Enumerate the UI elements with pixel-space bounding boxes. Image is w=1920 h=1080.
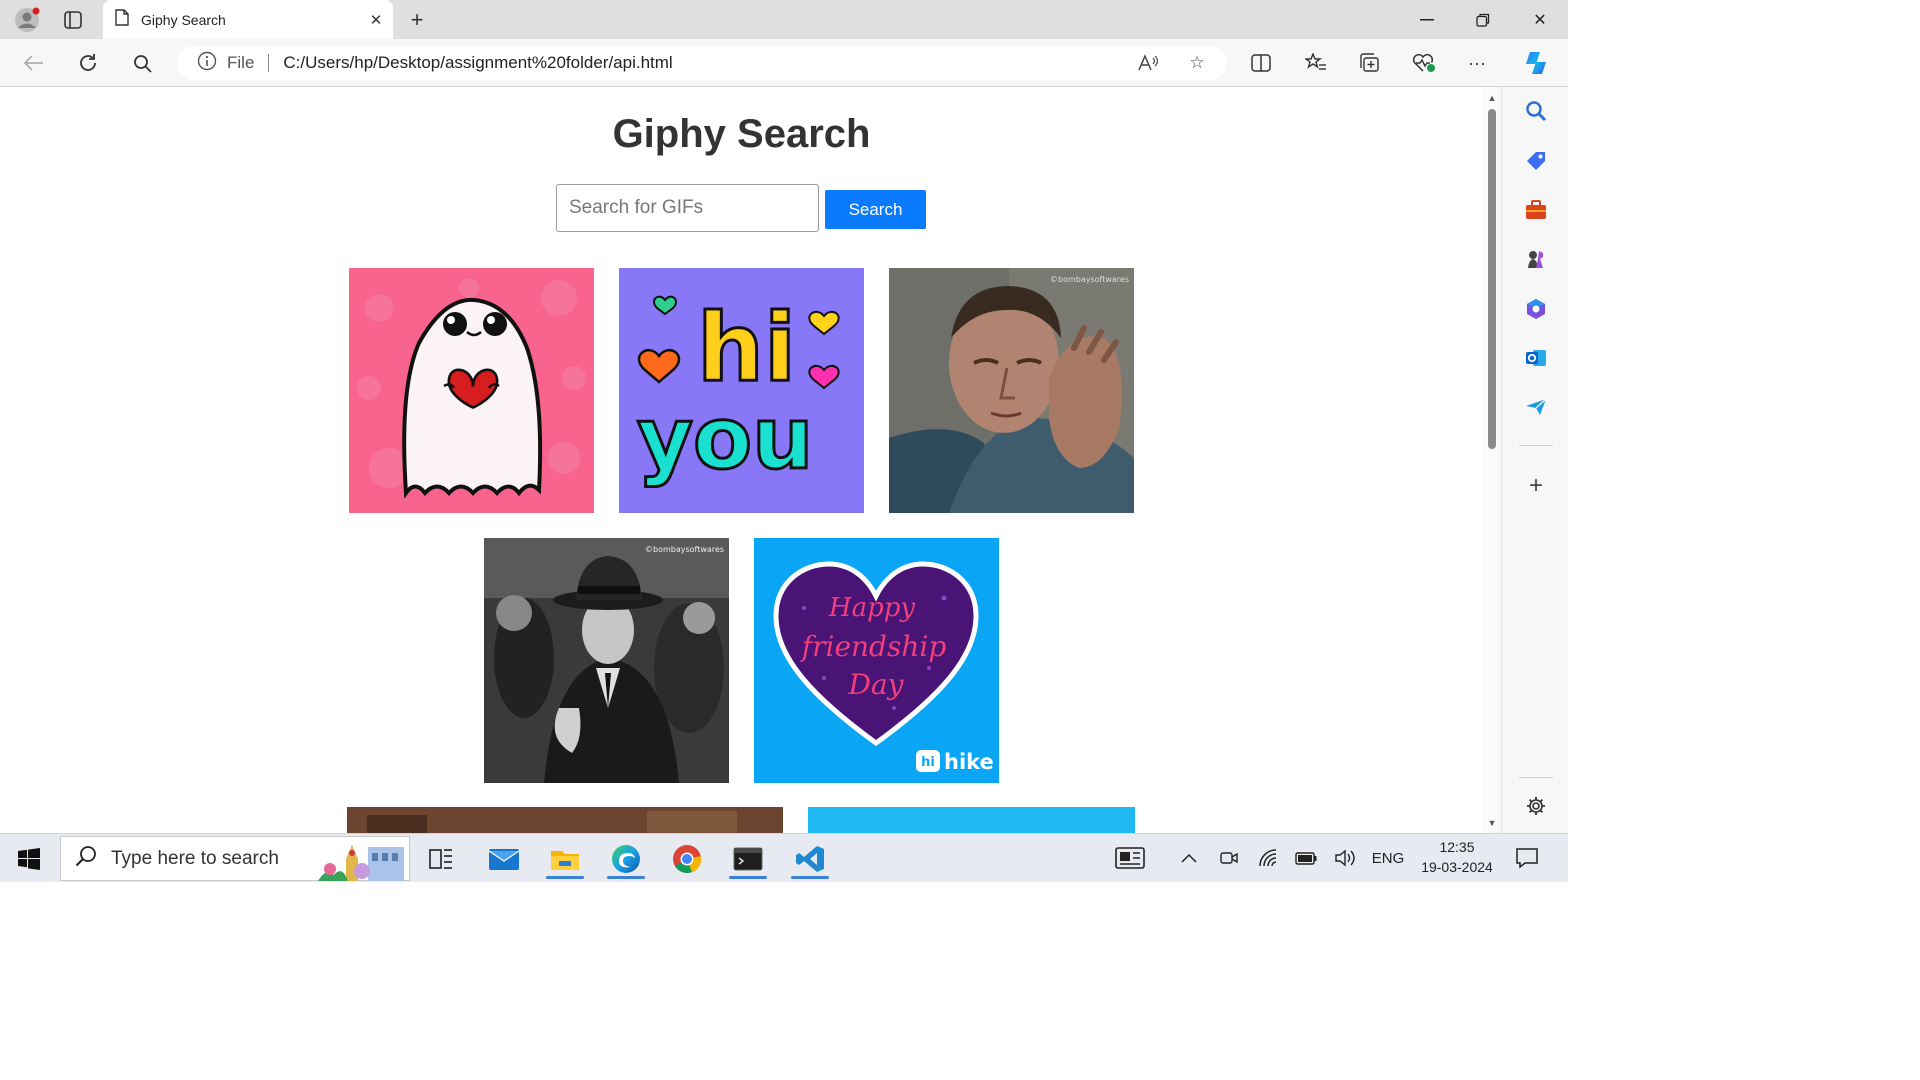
show-hidden-icons-chevron-icon[interactable] xyxy=(1176,842,1202,874)
gif-result-hi-you[interactable]: hi you xyxy=(619,268,864,513)
collections-icon[interactable] xyxy=(1355,49,1385,77)
notifications-icon[interactable] xyxy=(1512,842,1542,874)
sidebar-settings-gear-icon[interactable] xyxy=(1522,792,1550,820)
scrollbar-thumb[interactable] xyxy=(1488,109,1496,449)
windows-start-icon[interactable] xyxy=(8,842,50,876)
sidebar-divider xyxy=(1519,445,1553,446)
gif-watermark: ©bombaysoftwares xyxy=(1050,275,1129,284)
back-icon[interactable] xyxy=(19,49,49,77)
taskbar-search-placeholder: Type here to search xyxy=(111,847,279,869)
address-scheme: File xyxy=(227,53,255,72)
news-widget-icon[interactable] xyxy=(1112,842,1148,874)
tab-actions-icon[interactable] xyxy=(59,6,87,34)
scroll-up-icon[interactable]: ▲ xyxy=(1486,93,1498,103)
gif-text-you: you xyxy=(637,389,813,489)
gif-result-man-in-hat[interactable]: ©bombaysoftwares xyxy=(484,538,729,783)
chrome-browser-icon[interactable] xyxy=(662,838,712,879)
clock-date: 19-03-2024 xyxy=(1421,859,1493,875)
favorite-star-icon[interactable]: ☆ xyxy=(1182,46,1212,80)
gif-search-input[interactable] xyxy=(556,184,819,232)
sidebar-search-icon[interactable] xyxy=(1522,97,1550,125)
windows-taskbar: Type here to search ENG 12:35 19-03-2024 xyxy=(0,833,1568,882)
outlook-icon[interactable] xyxy=(1522,344,1550,372)
taskbar-clock[interactable]: 12:35 19-03-2024 xyxy=(1412,837,1502,877)
search-button[interactable]: Search xyxy=(825,190,926,229)
new-tab-icon[interactable]: + xyxy=(404,7,430,33)
read-aloud-icon[interactable] xyxy=(1133,46,1163,80)
browser-essentials-icon[interactable] xyxy=(1409,49,1439,77)
send-drop-icon[interactable] xyxy=(1522,393,1550,421)
wifi-icon[interactable] xyxy=(1255,842,1281,874)
clock-time: 12:35 xyxy=(1439,839,1475,855)
gif-result-man-thinking[interactable]: ©bombaysoftwares xyxy=(889,268,1134,513)
sidebar-divider xyxy=(1519,777,1553,778)
more-options-icon[interactable]: ··· xyxy=(1462,49,1492,77)
tools-briefcase-icon[interactable] xyxy=(1522,196,1550,224)
games-chess-icon[interactable] xyxy=(1522,245,1550,273)
gif-text-happy: Happy xyxy=(828,593,915,623)
search-highlight-illustration xyxy=(316,839,408,887)
browser-tab-bar: Giphy Search ✕ + ✕ xyxy=(0,0,1568,39)
page-scrollbar[interactable]: ▲ ▼ xyxy=(1483,87,1501,833)
edge-browser-icon[interactable] xyxy=(601,838,651,879)
volume-icon[interactable] xyxy=(1332,842,1358,874)
page-icon xyxy=(115,8,129,31)
mail-app-icon[interactable] xyxy=(479,838,529,879)
gif-result-ghost-heart[interactable] xyxy=(349,268,594,513)
tab-giphy-search[interactable]: Giphy Search ✕ xyxy=(103,0,393,39)
gif-text-hi: hi xyxy=(697,294,796,403)
page-title: Giphy Search xyxy=(612,112,871,156)
hike-badge: hi xyxy=(921,755,935,770)
browser-toolbar: File C:/Users/hp/Desktop/assignment%20fo… xyxy=(0,39,1568,87)
gif-watermark: ©bombaysoftwares xyxy=(645,545,724,554)
refresh-icon[interactable] xyxy=(73,49,103,77)
vscode-icon[interactable] xyxy=(785,838,835,879)
web-page: Giphy Search Search hi you xyxy=(0,88,1483,833)
split-screen-icon[interactable] xyxy=(1246,49,1276,77)
add-sidebar-app-icon[interactable]: + xyxy=(1522,472,1550,500)
terminal-icon[interactable] xyxy=(723,838,773,879)
address-bar[interactable]: File C:/Users/hp/Desktop/assignment%20fo… xyxy=(177,46,1227,80)
info-icon[interactable] xyxy=(197,51,217,76)
minimize-icon[interactable] xyxy=(1399,0,1455,39)
taskbar-search-icon xyxy=(75,845,97,873)
gif-result-happy-friendship-day[interactable]: Happy friendship Day hi hike xyxy=(754,538,999,783)
hike-brand: hike xyxy=(944,750,994,774)
scroll-down-icon[interactable]: ▼ xyxy=(1486,818,1498,828)
shopping-tag-icon[interactable] xyxy=(1522,147,1550,175)
language-indicator[interactable]: ENG xyxy=(1368,842,1408,874)
gif-result-partial-brown[interactable] xyxy=(347,807,783,833)
gif-text-day: Day xyxy=(848,668,905,701)
search-icon[interactable] xyxy=(127,49,157,77)
meet-now-icon[interactable] xyxy=(1216,842,1242,874)
address-divider xyxy=(268,54,270,72)
close-tab-icon[interactable]: ✕ xyxy=(365,9,387,31)
gif-result-partial-blue[interactable] xyxy=(808,807,1135,833)
tab-title: Giphy Search xyxy=(141,11,226,28)
copilot-icon[interactable] xyxy=(1519,49,1553,77)
taskbar-search-box[interactable]: Type here to search xyxy=(60,836,410,881)
file-explorer-icon[interactable] xyxy=(540,838,590,879)
task-view-icon[interactable] xyxy=(416,838,466,879)
address-url[interactable]: C:/Users/hp/Desktop/assignment%20folder/… xyxy=(283,53,672,73)
edge-sidebar: + xyxy=(1501,87,1568,833)
profile-icon[interactable] xyxy=(13,6,41,34)
microsoft-365-icon[interactable] xyxy=(1522,295,1550,323)
battery-icon[interactable] xyxy=(1293,842,1319,874)
gif-text-friendship: friendship xyxy=(800,630,947,663)
favorites-icon[interactable] xyxy=(1301,49,1331,77)
close-window-icon[interactable]: ✕ xyxy=(1512,0,1568,39)
restore-icon[interactable] xyxy=(1455,0,1511,39)
